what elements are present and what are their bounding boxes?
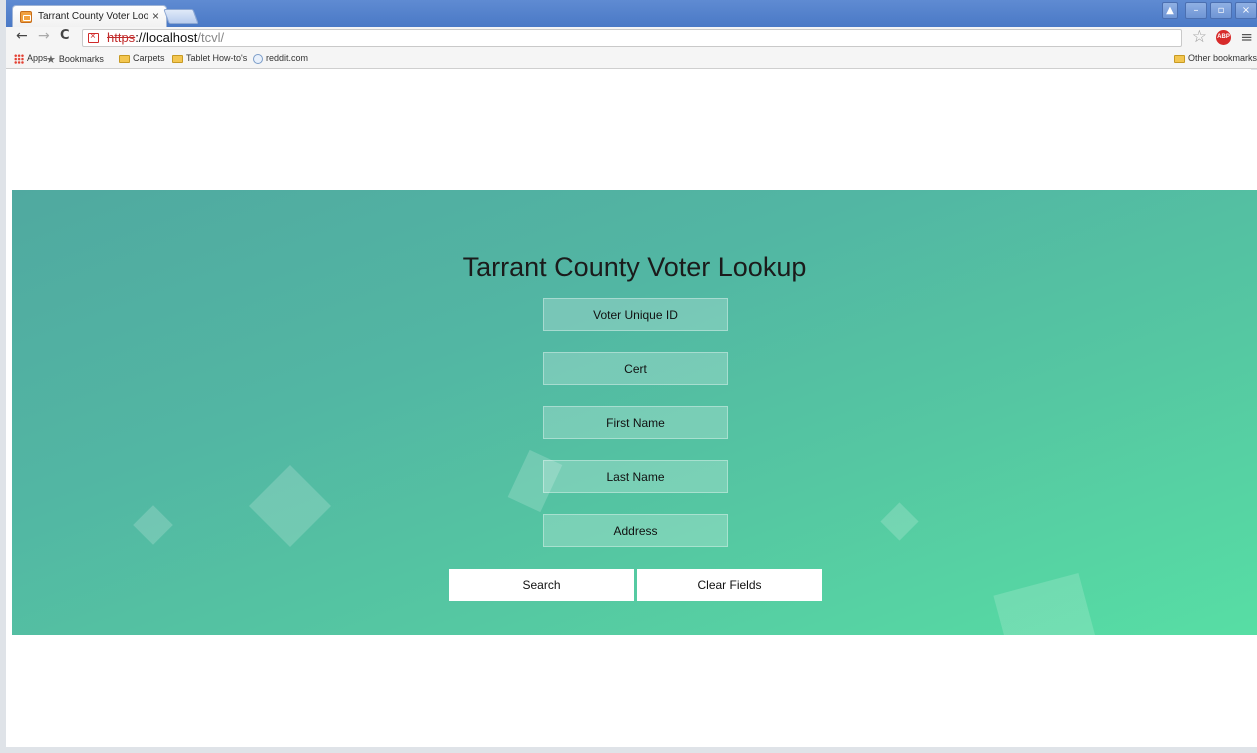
decorative-diamond	[880, 502, 919, 541]
browser-tab[interactable]: Tarrant County Voter Looku ×	[12, 5, 167, 27]
bookmark-star-icon[interactable]: ☆	[1192, 27, 1207, 47]
last-name-input[interactable]	[543, 460, 728, 493]
bookmark-label: Bookmarks	[58, 53, 104, 64]
menu-icon[interactable]: ≡	[1240, 28, 1253, 46]
browser-toolbar: ← → C https://localhost/tcvl/ ☆ ABP ≡	[6, 27, 1257, 49]
browser-window: Tarrant County Voter Looku × ▲ – ▫ × ← →…	[0, 0, 1257, 753]
window-controls: ▲ – ▫ ×	[1159, 2, 1257, 19]
back-arrow-icon[interactable]: ←	[16, 28, 28, 44]
new-tab-button[interactable]	[163, 9, 199, 24]
bookmark-label: Apps	[27, 53, 48, 63]
page-title: Tarrant County Voter Lookup	[462, 252, 807, 282]
bookmark-apps[interactable]: Apps	[14, 53, 48, 64]
insecure-https-icon	[88, 29, 99, 45]
reload-icon[interactable]: C	[60, 28, 70, 43]
tab-title: Tarrant County Voter Looku	[38, 11, 148, 22]
voter-unique-id-input[interactable]	[543, 298, 728, 331]
bookmarks-bar: Apps ★ Bookmarks Carpets Tablet How-to's …	[6, 49, 1257, 69]
decorative-diamond	[133, 505, 173, 545]
bookmark-label: Other bookmarks	[1187, 53, 1257, 63]
bookmark-carpets[interactable]: Carpets	[119, 53, 165, 63]
url-scheme: https	[107, 30, 136, 45]
bookmark-label: reddit.com	[266, 53, 309, 63]
url-host: ://localhost	[135, 30, 198, 45]
adblock-icon[interactable]: ABP	[1216, 30, 1231, 45]
folder-icon	[119, 54, 130, 63]
first-name-input[interactable]	[543, 406, 728, 439]
bookmark-reddit[interactable]: reddit.com	[253, 53, 308, 64]
address-bar[interactable]: https://localhost/tcvl/	[82, 29, 1182, 47]
decorative-diamond	[248, 464, 332, 548]
favicon-icon	[20, 11, 32, 23]
forward-arrow-icon[interactable]: →	[38, 28, 50, 44]
title-bar: Tarrant County Voter Looku × ▲ – ▫ ×	[6, 0, 1257, 27]
page-viewport: Tarrant County Voter Lookup Search Clear…	[12, 70, 1257, 747]
bookmark-bookmarks[interactable]: ★ Bookmarks	[46, 53, 104, 66]
cert-input[interactable]	[543, 352, 728, 385]
bookmark-other[interactable]: Other bookmarks	[1173, 53, 1257, 63]
close-window-button[interactable]: ×	[1235, 2, 1257, 19]
globe-icon	[253, 53, 263, 64]
star-icon: ★	[46, 53, 56, 66]
hero-section: Tarrant County Voter Lookup Search Clear…	[12, 190, 1257, 635]
decorative-square	[993, 572, 1099, 635]
tab-close-icon[interactable]: ×	[152, 9, 159, 23]
address-input[interactable]	[543, 514, 728, 547]
bookmark-tablet-howtos[interactable]: Tablet How-to's	[172, 53, 247, 63]
bookmark-label: Carpets	[133, 53, 165, 63]
folder-icon	[1173, 54, 1185, 63]
url-path: /tcvl/	[197, 30, 225, 45]
folder-icon	[172, 54, 183, 63]
maximize-button[interactable]: ▫	[1210, 2, 1232, 19]
bookmark-label: Tablet How-to's	[186, 53, 248, 63]
minimize-button[interactable]: –	[1185, 2, 1207, 19]
clear-fields-button[interactable]: Clear Fields	[637, 569, 822, 601]
apps-icon	[14, 53, 24, 64]
search-button[interactable]: Search	[449, 569, 634, 601]
user-profile-icon[interactable]: ▲	[1162, 2, 1178, 19]
